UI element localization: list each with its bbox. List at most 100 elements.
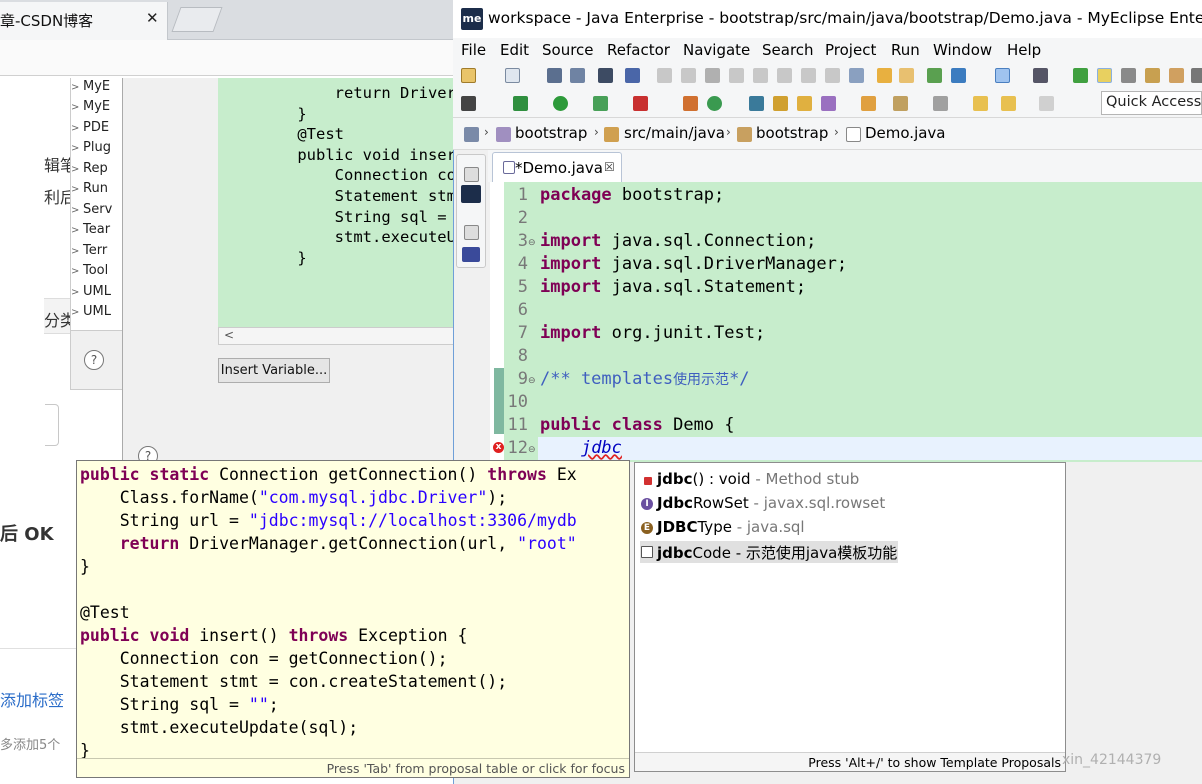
back-icon[interactable] [1001,96,1016,111]
menu-file[interactable]: File [461,41,486,59]
tree-item[interactable]: Serv [83,202,112,217]
browser-address-bar[interactable] [0,40,460,76]
open-type-icon[interactable] [927,68,942,83]
tree-item[interactable]: UML [83,304,111,319]
tree-expand-icon[interactable]: > [71,225,79,236]
step-return-icon[interactable] [801,68,816,83]
run-icon[interactable] [553,96,568,111]
menu-source[interactable]: Source [542,41,594,59]
tree-item[interactable]: Run [83,181,108,196]
tree-item[interactable]: Plug [83,140,111,155]
resume-icon[interactable] [657,68,672,83]
coverage-icon[interactable] [593,96,608,111]
tree-item[interactable]: PDE [83,120,109,135]
menu-help[interactable]: Help [1007,41,1041,59]
folder-icon[interactable] [797,96,812,111]
skip-breakpoints-icon[interactable] [625,68,640,83]
suspend-icon[interactable] [681,68,696,83]
undo-icon[interactable] [877,68,892,83]
forward-icon[interactable] [1039,96,1054,111]
open-task-icon[interactable] [951,68,966,83]
fold-icon[interactable]: ⊖ [528,376,536,386]
deploy-icon[interactable] [821,96,836,111]
print-icon[interactable] [598,68,613,83]
tree-item[interactable]: MyE [83,99,110,114]
proposal-item[interactable]: I JdbcRowSet - javax.sql.rowset [641,494,885,516]
tree-expand-icon[interactable]: > [71,266,79,277]
new-folder-icon[interactable] [505,68,520,83]
use-step-filters-icon[interactable] [849,68,864,83]
tree-expand-icon[interactable]: > [71,143,79,154]
menu-search[interactable]: Search [762,41,814,59]
breadcrumb-package[interactable]: bootstrap [756,124,828,142]
paragraph-icon[interactable] [1191,68,1202,83]
outline-view-icon[interactable] [462,247,480,262]
tree-item[interactable]: MyE [83,79,110,94]
redo-icon[interactable] [899,68,914,83]
save-all-icon[interactable] [570,68,585,83]
tree-item[interactable]: UML [83,284,111,299]
close-icon[interactable]: ☒ [604,160,615,174]
breadcrumb-file[interactable]: Demo.java [865,124,946,142]
proposal-item[interactable]: jdbc() : void - Method stub [641,470,859,492]
menu-run[interactable]: Run [891,41,920,59]
error-icon[interactable]: x [493,442,504,453]
disconnect-icon[interactable] [729,68,744,83]
toggle-breadcrumb-icon[interactable] [995,68,1010,83]
menu-refactor[interactable]: Refactor [607,41,670,59]
mark-occurrences-icon[interactable] [1073,68,1088,83]
breadcrumb-project[interactable]: bootstrap [515,124,587,142]
word-wrap-icon[interactable] [1169,68,1184,83]
tree-expand-icon[interactable]: > [71,82,79,93]
menu-navigate[interactable]: Navigate [683,41,750,59]
browser-tab[interactable]: 章-CSDN博客 [0,2,168,40]
tree-expand-icon[interactable]: > [71,123,79,134]
server-icon[interactable] [461,96,476,111]
tree-item[interactable]: Tool [83,263,108,278]
editor-tab-demo-java[interactable]: *Demo.java [492,152,622,182]
drop-to-frame-icon[interactable] [825,68,840,83]
perspective-icon[interactable] [1033,68,1048,83]
template-pattern-editor[interactable]: return DriverMana } @Test public void in… [218,78,456,328]
new-class-icon[interactable] [683,96,698,111]
template-preview-popup[interactable]: public static Connection getConnection()… [76,460,630,778]
restore-icon[interactable] [464,167,479,182]
previous-annotation-icon[interactable] [933,96,948,111]
tree-item[interactable]: Terr [83,243,107,258]
tree-item[interactable]: Rep [83,161,108,176]
tree-expand-icon[interactable]: > [71,287,79,298]
step-over-icon[interactable] [777,68,792,83]
show-whitespace-icon[interactable] [1145,68,1160,83]
step-into-icon[interactable] [753,68,768,83]
fold-icon[interactable]: ⊖ [528,238,536,248]
add-tag-link[interactable]: 添加标签 [0,687,64,711]
external-tools-icon[interactable] [633,96,648,111]
open-folder-icon[interactable] [773,96,788,111]
menu-window[interactable]: Window [933,41,992,59]
next-annotation-icon[interactable] [893,96,908,111]
tree-expand-icon[interactable]: > [71,246,79,257]
menu-edit[interactable]: Edit [500,41,529,59]
scroll-left-icon[interactable]: < [224,328,234,342]
open-perspective-icon[interactable] [749,96,764,111]
search-icon[interactable] [861,96,876,111]
fold-icon[interactable]: ⊖ [528,445,536,455]
tree-expand-icon[interactable]: > [71,307,79,318]
tree-expand-icon[interactable]: > [71,102,79,113]
restore-icon[interactable] [464,225,479,240]
menu-project[interactable]: Project [825,41,876,59]
tree-expand-icon[interactable]: > [71,184,79,195]
page-input-box[interactable] [45,404,59,446]
quick-access-input[interactable]: Quick Access [1101,91,1202,115]
debug-icon[interactable] [513,96,528,111]
save-icon[interactable] [547,68,562,83]
last-edit-icon[interactable] [973,96,988,111]
tree-item[interactable]: Tear [83,222,110,237]
proposal-item[interactable]: jdbcCode - 示范使用java模板功能 [641,542,897,564]
tree-expand-icon[interactable]: > [71,205,79,216]
insert-variable-button[interactable]: Insert Variable... [218,358,330,383]
browser-tab-close-icon[interactable]: ✕ [146,9,159,27]
refresh-icon[interactable] [707,96,722,111]
breadcrumb-source-folder[interactable]: src/main/java [624,124,725,142]
highlight-icon[interactable] [1097,68,1112,83]
